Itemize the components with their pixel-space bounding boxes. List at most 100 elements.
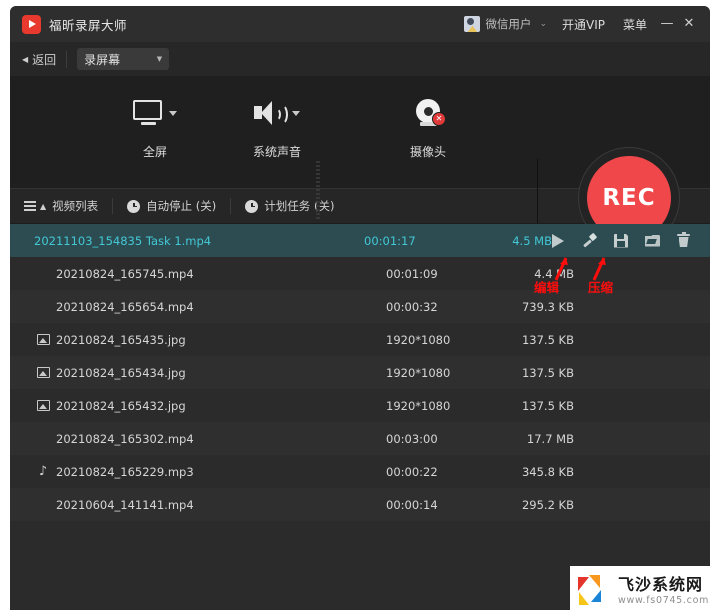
- chevron-down-icon[interactable]: [292, 110, 300, 116]
- divider: [66, 50, 68, 68]
- file-duration: 00:00:32: [386, 299, 438, 314]
- application-window: 福昕录屏大师 微信用户 ⌄ 开通VIP 菜单 — ✕ ◀ 返回 录屏幕 ▼ 全屏…: [10, 6, 710, 610]
- file-size: 4.5 MB: [512, 233, 552, 248]
- file-name: 20210824_165435.jpg: [56, 332, 186, 347]
- menu-button[interactable]: 菜单: [614, 16, 656, 33]
- panel-divider-dotted: [316, 161, 320, 221]
- table-row[interactable]: 20210824_165435.jpg 1920*1080 137.5 KB: [10, 323, 710, 356]
- folder-icon[interactable]: [645, 234, 660, 247]
- back-button[interactable]: ◀ 返回: [10, 51, 66, 68]
- speaker-icon: [254, 100, 288, 126]
- option-fullscreen-label: 全屏: [142, 145, 167, 159]
- watermark-name: 飞沙系统网: [618, 574, 704, 594]
- monitor-icon: [133, 100, 163, 126]
- title-bar: 福昕录屏大师 微信用户 ⌄ 开通VIP 菜单 — ✕: [10, 6, 710, 42]
- user-account[interactable]: 微信用户: [464, 16, 531, 32]
- webcam-icon-row: ✕: [368, 89, 488, 137]
- file-size: 295.2 KB: [521, 497, 574, 512]
- file-size: 17.7 MB: [526, 431, 574, 446]
- file-duration: 00:00:14: [386, 497, 438, 512]
- option-system-sound[interactable]: 系统声音: [217, 89, 337, 160]
- trash-icon[interactable]: [677, 232, 690, 248]
- tab-video-list[interactable]: ▲ 视频列表: [10, 198, 112, 214]
- clock-icon: [127, 199, 141, 213]
- brush-icon[interactable]: [581, 232, 598, 249]
- tab-auto-stop[interactable]: 自动停止 (关): [113, 198, 230, 214]
- file-dimensions: 1920*1080: [386, 365, 451, 380]
- image-icon: [32, 400, 54, 411]
- back-arrow-icon: ◀: [22, 54, 29, 64]
- annotation-label-compress: 压缩: [588, 280, 614, 295]
- option-fullscreen[interactable]: 全屏: [95, 89, 215, 160]
- mode-bar: ◀ 返回 录屏幕 ▼: [10, 42, 710, 77]
- capture-mode-value: 录屏幕: [84, 52, 121, 67]
- tab-scheduled-task[interactable]: 计划任务 (关): [231, 198, 348, 214]
- file-size: 137.5 KB: [521, 365, 574, 380]
- file-size: 137.5 KB: [521, 332, 574, 347]
- file-name: 20210824_165434.jpg: [56, 365, 186, 380]
- file-name: 20210604_141141.mp4: [56, 497, 194, 512]
- music-icon: ♪: [38, 464, 48, 479]
- title-bar-right: 微信用户 ⌄ 开通VIP 菜单 — ✕: [464, 6, 710, 42]
- image-icon: [32, 367, 54, 378]
- option-webcam[interactable]: ✕ 摄像头: [368, 89, 488, 160]
- file-name: 20210824_165745.mp4: [56, 266, 194, 281]
- webcam-icon: ✕: [413, 99, 446, 127]
- avatar: [464, 16, 481, 32]
- tab-video-list-label: 视频列表: [52, 199, 99, 213]
- watermark-text: 飞沙系统网 www.fs0745.com: [618, 576, 709, 607]
- option-webcam-label: 摄像头: [409, 145, 446, 159]
- file-size: 345.8 KB: [521, 464, 574, 479]
- file-size: 739.3 KB: [521, 299, 574, 314]
- list-icon: [24, 201, 36, 211]
- chevron-down-icon[interactable]: [169, 110, 177, 116]
- option-system-sound-label: 系统声音: [252, 145, 301, 159]
- monitor-icon-row: [95, 89, 215, 137]
- file-duration: 00:00:22: [386, 464, 438, 479]
- file-dimensions: 1920*1080: [386, 332, 451, 347]
- table-row[interactable]: 20210824_165434.jpg 1920*1080 137.5 KB: [10, 356, 710, 389]
- capture-mode-select[interactable]: 录屏幕 ▼: [77, 48, 170, 70]
- play-icon[interactable]: [552, 233, 564, 248]
- close-button[interactable]: ✕: [678, 6, 700, 42]
- file-name: 20210824_165432.jpg: [56, 398, 186, 413]
- row-actions: [552, 232, 710, 249]
- webcam-disabled-badge: ✕: [432, 112, 446, 126]
- file-duration: 00:03:00: [386, 431, 438, 446]
- panel-divider: [537, 159, 538, 223]
- file-duration: 00:01:09: [386, 266, 438, 281]
- play-logo-icon: [22, 14, 41, 34]
- watermark: 飞沙系统网 www.fs0745.com: [570, 566, 720, 616]
- tab-auto-stop-label: 自动停止 (关): [146, 199, 217, 213]
- chevron-down-icon: ▼: [156, 55, 163, 63]
- file-duration: 00:01:17: [364, 233, 416, 248]
- image-icon: [32, 334, 54, 345]
- watermark-url: www.fs0745.com: [618, 595, 710, 607]
- table-row[interactable]: 20210824_165302.mp4 00:03:00 17.7 MB: [10, 422, 710, 455]
- upgrade-vip-button[interactable]: 开通VIP: [553, 16, 614, 33]
- watermark-logo-icon: [578, 575, 612, 607]
- minimize-button[interactable]: —: [656, 6, 678, 42]
- speaker-icon-row: [217, 89, 337, 137]
- file-dimensions: 1920*1080: [386, 398, 451, 413]
- annotation-label-edit: 编辑: [534, 280, 560, 295]
- disk-icon[interactable]: [614, 233, 628, 248]
- user-name: 微信用户: [485, 17, 532, 31]
- file-name: 20210824_165654.mp4: [56, 299, 194, 314]
- table-row[interactable]: 20211103_154835 Task 1.mp4 00:01:17 4.5 …: [10, 224, 710, 257]
- table-row[interactable]: 20210604_141141.mp4 00:00:14 295.2 KB: [10, 488, 710, 521]
- table-row[interactable]: 20210824_165432.jpg 1920*1080 137.5 KB: [10, 389, 710, 422]
- chevron-down-icon[interactable]: ⌄: [539, 19, 547, 29]
- app-logo: 福昕录屏大师: [10, 14, 128, 34]
- app-title: 福昕录屏大师: [49, 17, 128, 33]
- chevron-up-icon: ▲: [40, 201, 47, 211]
- capture-panel: 全屏 系统声音 ✕ 摄像头 REC: [10, 77, 710, 249]
- file-name: 20211103_154835 Task 1.mp4: [34, 233, 212, 248]
- tab-scheduled-task-label: 计划任务 (关): [264, 199, 335, 213]
- file-name: 20210824_165229.mp3: [56, 464, 194, 479]
- file-size: 137.5 KB: [521, 398, 574, 413]
- back-label: 返回: [32, 52, 57, 67]
- clock-icon: [245, 199, 259, 213]
- file-name: 20210824_165302.mp4: [56, 431, 194, 446]
- table-row[interactable]: ♪ 20210824_165229.mp3 00:00:22 345.8 KB: [10, 455, 710, 488]
